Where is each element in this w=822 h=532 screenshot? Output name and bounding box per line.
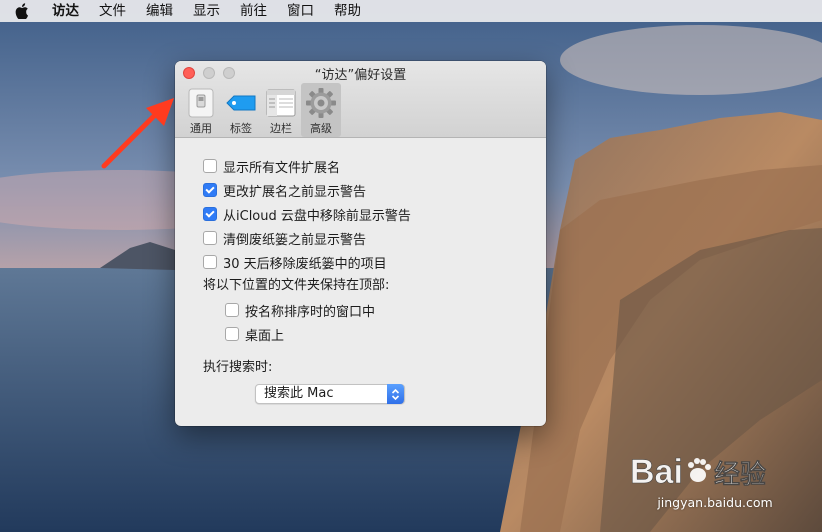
preferences-toolbar: 通用 标签 边栏 高级 bbox=[181, 83, 341, 137]
menu-help[interactable]: 帮助 bbox=[324, 0, 371, 22]
updown-chevron-icon bbox=[387, 384, 404, 404]
finder-preferences-window: “访达”偏好设置 通用 标签 边栏 高级 显示所有文件扩展名 更改扩展名之前显示… bbox=[175, 61, 546, 426]
menu-bar: 访达 文件 编辑 显示 前往 窗口 帮助 bbox=[0, 0, 822, 22]
checkbox[interactable] bbox=[203, 159, 217, 173]
option-label: 按名称排序时的窗口中 bbox=[245, 304, 376, 320]
option-label: 更改扩展名之前显示警告 bbox=[223, 184, 367, 200]
checkbox[interactable] bbox=[225, 303, 239, 317]
tab-tags-label: 标签 bbox=[230, 122, 252, 135]
option-label: 桌面上 bbox=[245, 328, 285, 344]
option-remove-trash-30-days[interactable]: 30 天后移除废纸篓中的项目 bbox=[203, 250, 518, 274]
option-warn-icloud-remove[interactable]: 从iCloud 云盘中移除前显示警告 bbox=[203, 202, 518, 226]
menu-window[interactable]: 窗口 bbox=[277, 0, 324, 22]
folders-on-top-heading: 将以下位置的文件夹保持在顶部: bbox=[203, 278, 390, 293]
option-folders-top-desktop[interactable]: 桌面上 bbox=[225, 322, 518, 346]
apple-menu-icon[interactable] bbox=[0, 0, 44, 22]
tab-sidebar-label: 边栏 bbox=[270, 122, 292, 135]
menu-finder[interactable]: 访达 bbox=[44, 0, 89, 22]
svg-text:经验: 经验 bbox=[714, 459, 766, 490]
checkbox-checked[interactable] bbox=[203, 207, 217, 221]
watermark: Bai 经验 jingyan.baidu.com bbox=[630, 445, 800, 515]
option-warn-empty-trash[interactable]: 清倒废纸篓之前显示警告 bbox=[203, 226, 518, 250]
tab-sidebar[interactable]: 边栏 bbox=[261, 83, 301, 137]
menu-edit[interactable]: 编辑 bbox=[136, 0, 183, 22]
option-warn-extension-change[interactable]: 更改扩展名之前显示警告 bbox=[203, 178, 518, 202]
tab-tags[interactable]: 标签 bbox=[221, 83, 261, 137]
general-icon bbox=[188, 88, 214, 118]
checkbox-checked[interactable] bbox=[203, 183, 217, 197]
menu-view[interactable]: 显示 bbox=[183, 0, 230, 22]
tab-advanced[interactable]: 高级 bbox=[301, 83, 341, 137]
watermark-url: jingyan.baidu.com bbox=[657, 495, 773, 510]
baidu-jingyan-logo: Bai 经验 bbox=[630, 453, 767, 492]
option-label: 30 天后移除废纸篓中的项目 bbox=[223, 256, 387, 272]
checkbox[interactable] bbox=[203, 231, 217, 245]
annotation-arrow-icon bbox=[101, 98, 174, 169]
menu-go[interactable]: 前往 bbox=[230, 0, 277, 22]
advanced-settings-panel: 显示所有文件扩展名 更改扩展名之前显示警告 从iCloud 云盘中移除前显示警告… bbox=[175, 138, 546, 410]
option-label: 从iCloud 云盘中移除前显示警告 bbox=[223, 208, 411, 224]
option-show-extensions[interactable]: 显示所有文件扩展名 bbox=[203, 154, 518, 178]
checkbox[interactable] bbox=[225, 327, 239, 341]
option-folders-top-windows[interactable]: 按名称排序时的窗口中 bbox=[225, 298, 518, 322]
tag-icon bbox=[226, 95, 256, 111]
window-title: “访达”偏好设置 bbox=[314, 68, 407, 83]
tab-general-label: 通用 bbox=[190, 122, 212, 135]
menu-file[interactable]: 文件 bbox=[89, 0, 136, 22]
checkbox[interactable] bbox=[203, 255, 217, 269]
search-scope-select[interactable]: 搜索此 Mac bbox=[255, 384, 405, 404]
search-scope-value: 搜索此 Mac bbox=[264, 386, 334, 401]
svg-text:Bai: Bai bbox=[630, 453, 683, 491]
option-label: 显示所有文件扩展名 bbox=[223, 160, 341, 176]
search-heading: 执行搜索时: bbox=[203, 360, 273, 375]
tab-advanced-label: 高级 bbox=[310, 122, 332, 135]
sidebar-icon bbox=[266, 89, 296, 117]
option-label: 清倒废纸篓之前显示警告 bbox=[223, 232, 367, 248]
gear-icon bbox=[306, 88, 336, 118]
window-titlebar: “访达”偏好设置 通用 标签 边栏 高级 bbox=[175, 61, 546, 138]
tab-general[interactable]: 通用 bbox=[181, 83, 221, 137]
